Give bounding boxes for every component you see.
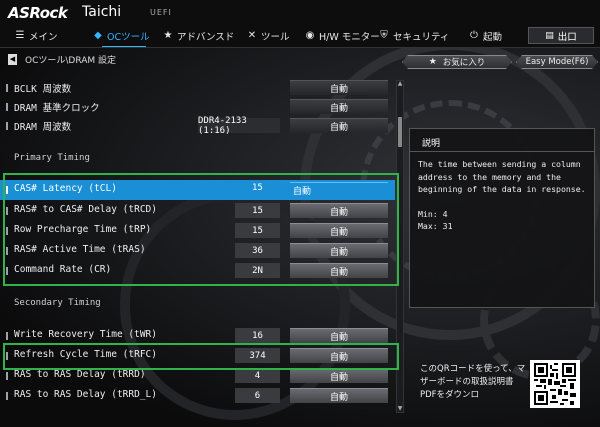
option-select[interactable]: 自動 [290,223,388,238]
value-field: DDR4-2133 (1:16) [198,116,280,136]
tab-boot[interactable]: ⏻ 起動 [468,25,502,46]
qr-caption: このQRコードを使って、マザーボードの取扱説明書PDFをダウンロ [420,364,526,400]
option-select[interactable]: 自動 [290,99,388,114]
value-field: 15 [235,203,280,218]
value-field: 2N [235,263,280,278]
row-marker [6,207,8,215]
setting-row-dram-ref-clock[interactable]: DRAM 基準クロック 自動 [0,97,395,117]
setting-row-trrd[interactable]: RAS to RAS Delay (tRRD) 4 自動 [0,366,395,386]
value-field: 6 [235,388,280,403]
row-marker [6,122,8,130]
section-primary-timing: Primary Timing [14,153,90,163]
row-marker [6,267,8,275]
qr-code-icon [530,360,580,408]
scroll-up-icon[interactable]: ▲ [396,80,404,88]
option-select[interactable]: 自動 [290,203,388,218]
row-marker [6,372,8,380]
option-select[interactable]: 自動 [290,182,388,197]
row-marker [6,392,8,400]
option-select[interactable]: 自動 [290,263,388,278]
description-title: 説明 [422,139,441,149]
favorites-button[interactable]: ★ お気に入り [402,55,512,69]
value-field: 36 [235,243,280,258]
value-field: 16 [235,328,280,343]
option-select[interactable]: 自動 [290,388,388,403]
value-field: 374 [235,348,280,363]
row-marker [6,186,8,194]
option-select[interactable]: 自動 [290,328,388,343]
option-select[interactable]: 自動 [290,243,388,258]
setting-row-trcd[interactable]: RAS# to CAS# Delay (tRCD) 15 自動 [0,201,395,221]
row-marker [6,352,8,360]
description-text: The time between sending a column addres… [418,159,586,194]
power-icon: ⏻ [470,30,478,41]
option-select[interactable]: 自動 [290,118,388,133]
setting-row-bclk[interactable]: BCLK 周波数 自動 [0,78,395,98]
setting-row-command-rate[interactable]: Command Rate (CR) 2N 自動 [0,261,395,281]
value-field: 4 [235,368,280,383]
section-secondary-timing: Secondary Timing [14,298,101,308]
row-marker [6,332,8,340]
scroll-thumb[interactable] [398,117,402,147]
scroll-down-icon[interactable]: ▼ [396,405,404,413]
exit-button[interactable]: ▤ 出口 [528,27,594,44]
setting-row-trp[interactable]: Row Precharge Time (tRP) 15 自動 [0,221,395,241]
setting-row-dram-frequency[interactable]: DRAM 周波数 DDR4-2133 (1:16) 自動 [0,116,395,136]
description-min: Min: 4 [418,208,448,219]
exit-icon: ▤ [545,30,554,41]
row-marker [6,227,8,235]
setting-row-tras[interactable]: RAS# Active Time (tRAS) 36 自動 [0,241,395,261]
option-select[interactable]: 自動 [290,348,388,363]
settings-list: BCLK 周波数 自動 DRAM 基準クロック 自動 DRAM 周波数 DDR4… [0,0,400,427]
value-field: 15 [235,223,280,238]
row-marker [6,103,8,111]
row-marker [6,84,8,92]
setting-row-trrd-l[interactable]: RAS to RAS Delay (tRRD_L) 6 自動 [0,386,395,406]
row-marker [6,247,8,255]
description-max: Max: 31 [418,221,453,231]
option-select[interactable]: 自動 [290,368,388,383]
setting-row-twr[interactable]: Write Recovery Time (tWR) 16 自動 [0,326,395,346]
option-select[interactable]: 自動 [290,80,388,95]
setting-row-cas-latency[interactable]: CAS# Latency (tCL) 15 自動 [0,180,395,200]
setting-row-trfc[interactable]: Refresh Cycle Time (tRFC) 374 自動 [0,346,395,366]
easy-mode-button[interactable]: Easy Mode(F6) [516,55,598,69]
value-field: 15 [252,183,263,193]
settings-scrollbar[interactable]: ▲ ▼ [396,80,404,413]
description-body: The time between sending a column addres… [418,158,590,233]
star-icon: ★ [428,57,437,67]
description-divider [410,151,594,152]
description-panel: 説明 The time between sending a column add… [409,128,595,308]
